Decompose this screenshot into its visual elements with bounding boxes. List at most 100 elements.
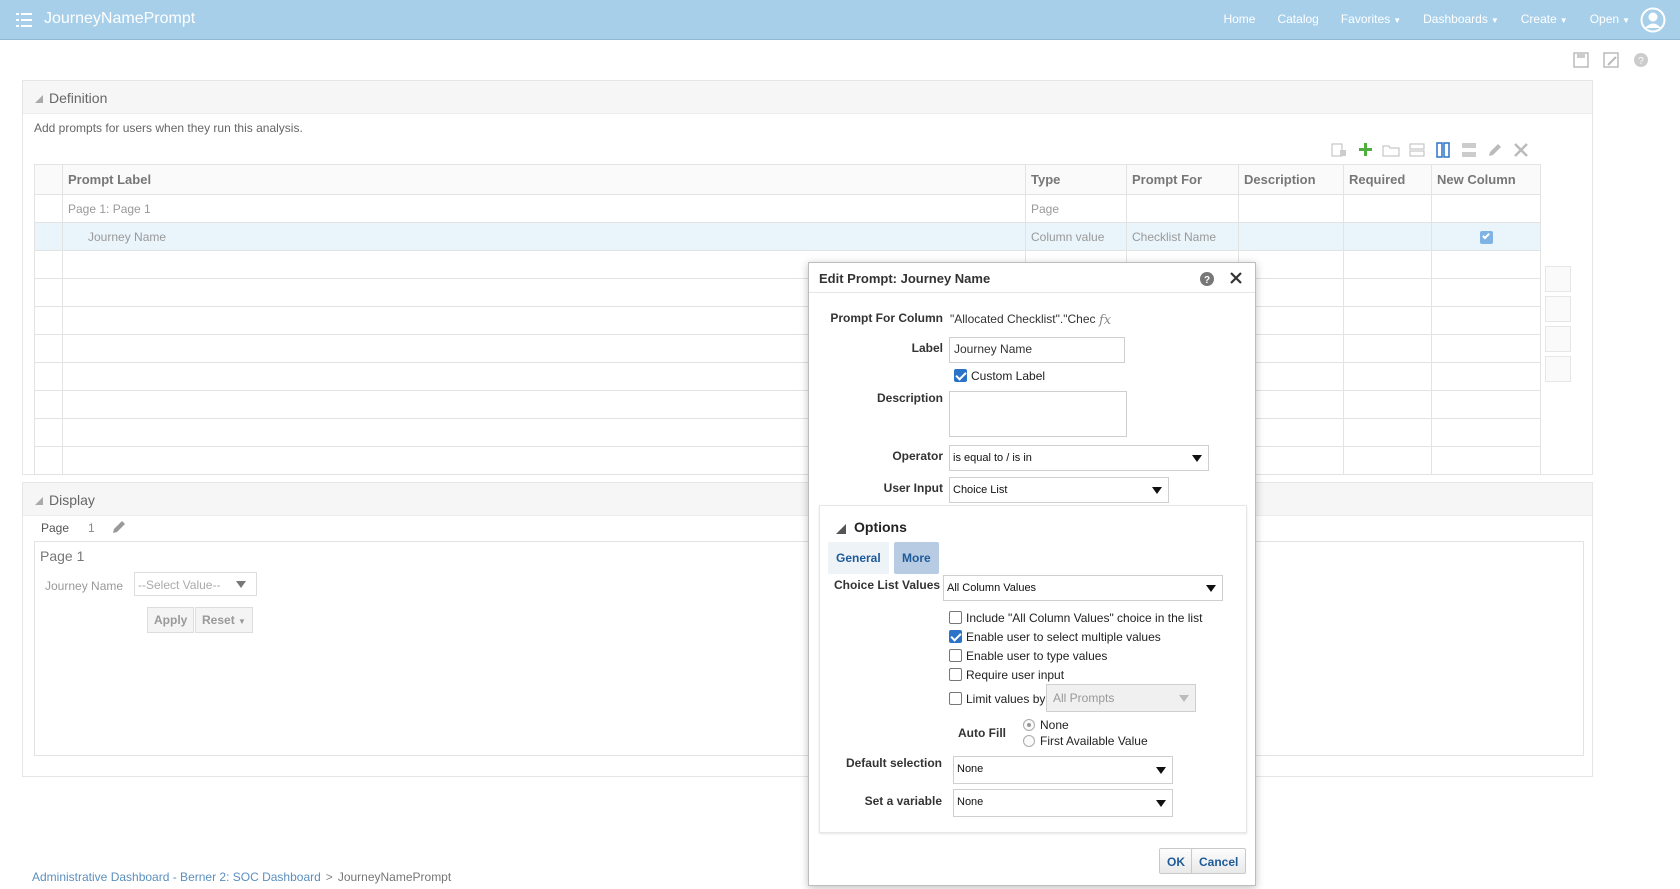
apply-button[interactable]: Apply [147,607,195,633]
help-icon[interactable]: ? [1632,51,1650,69]
svg-text:?: ? [1204,275,1210,286]
chevron-down-icon: ▼ [238,617,246,626]
breadcrumb-link[interactable]: Administrative Dashboard - Berner 2: SOC… [32,870,321,884]
col-prompt-for: Prompt For [1126,164,1239,195]
edit-page-pencil-icon[interactable] [111,519,127,535]
tab-more[interactable]: More [894,542,939,574]
description-label: Description [876,391,943,405]
new-column-checkbox[interactable] [1479,230,1493,244]
collapse-triangle-icon[interactable] [836,524,846,534]
chevron-down-icon: ▼ [1490,16,1499,25]
custom-label-checkbox[interactable] [954,369,967,382]
chevron-down-icon [1179,695,1189,702]
edit-prompt-dialog: Edit Prompt: Journey Name ? Prompt For C… [808,262,1256,886]
user-input-select[interactable]: Choice List [949,477,1169,503]
col-new-column: New Column [1431,164,1541,195]
auto-fill-none-radio[interactable] [1023,719,1035,731]
chevron-down-icon [1156,800,1166,807]
edit-layout-icon[interactable] [1330,141,1348,159]
prompt-preview-select[interactable]: --Select Value-- [134,572,257,596]
prompt-for-column-label: Prompt For Column [830,311,943,325]
auto-fill-first-radio[interactable] [1023,735,1035,747]
help-icon[interactable]: ? [1199,271,1215,287]
col-prompt-label: Prompt Label [62,164,1026,195]
definition-toolbar [1330,141,1530,159]
page-selector[interactable]: 1 [88,521,95,535]
description-textarea[interactable] [949,391,1127,437]
table-row[interactable]: Page 1: Page 1 Page [34,194,1541,223]
limit-values-checkbox[interactable] [949,692,962,705]
display-title: Display [49,492,95,508]
folder-icon[interactable] [1382,141,1400,159]
top-bar: JourneyNamePrompt Home Catalog Favorites… [0,0,1680,40]
require-input-checkbox[interactable] [949,668,962,681]
prompt-preview-label: Journey Name [45,579,124,593]
close-icon[interactable] [1229,271,1243,285]
navigator-menu-icon[interactable] [16,11,32,29]
ok-button[interactable]: OK [1159,848,1193,874]
collapse-triangle-icon[interactable] [35,95,43,103]
save-as-icon[interactable] [1602,51,1620,69]
col-type: Type [1025,164,1127,195]
options-panel: Options General More Choice List Values … [819,505,1247,833]
row-label: Page 1: Page 1 [62,194,1026,223]
dialog-header: Edit Prompt: Journey Name ? [809,263,1255,293]
options-title: Options [854,519,907,535]
operator-select[interactable]: is equal to / is in [949,445,1209,471]
choice-list-values-select[interactable]: All Column Values [943,575,1223,601]
page-break-icon[interactable] [1460,141,1478,159]
editor-toolbar: ? [1572,51,1650,69]
require-input-text: Require user input [966,668,1065,682]
collapse-triangle-icon[interactable] [35,497,43,505]
set-variable-select[interactable]: None [953,789,1173,817]
chevron-down-icon: ▼ [1559,16,1568,25]
table-row [34,306,1541,335]
col-description: Description [1238,164,1344,195]
table-row [34,250,1541,279]
definition-header[interactable]: Definition [23,81,1592,114]
user-avatar-icon[interactable] [1640,7,1666,33]
top-nav: Home Catalog Favorites ▼ Dashboards ▼ Crea… [1201,12,1630,26]
reset-button[interactable]: Reset ▼ [195,607,253,633]
cancel-button[interactable]: Cancel [1191,848,1247,874]
nav-home[interactable]: Home [1223,12,1255,26]
row-layout-icon[interactable] [1408,141,1426,159]
chevron-down-icon: ▼ [1622,16,1630,25]
label-input[interactable]: Journey Name [949,337,1125,363]
fx-formula-icon[interactable]: fx [1099,313,1111,328]
nav-create[interactable]: Create ▼ [1521,12,1568,26]
move-down-button[interactable] [1545,326,1571,352]
breadcrumb-separator: > [325,870,333,884]
app-title: JourneyNamePrompt [44,10,196,27]
move-bottom-button[interactable] [1545,356,1571,382]
move-up-button[interactable] [1545,296,1571,322]
edit-pencil-icon[interactable] [1486,141,1504,159]
limit-values-select[interactable]: All Prompts [1046,684,1196,712]
nav-open[interactable]: Open ▼ [1590,12,1630,26]
breadcrumb-current: JourneyNamePrompt [337,870,452,884]
nav-catalog[interactable]: Catalog [1277,12,1318,26]
chevron-down-icon: ▼ [1393,16,1402,25]
add-prompt-icon[interactable] [1356,141,1374,159]
delete-icon[interactable] [1512,141,1530,159]
move-top-button[interactable] [1545,266,1571,292]
row-label: Journey Name [62,222,1026,251]
page-preview-title: Page 1 [40,548,85,564]
table-row[interactable]: Journey Name Column value Checklist Name [34,222,1541,251]
svg-text:?: ? [1638,56,1644,67]
multiple-values-checkbox[interactable] [949,630,962,643]
column-layout-icon[interactable] [1434,141,1452,159]
label-label: Label [911,341,943,355]
table-row [34,390,1541,419]
include-all-values-checkbox[interactable] [949,611,962,624]
nav-dashboards[interactable]: Dashboards ▼ [1423,12,1499,26]
default-selection-select[interactable]: None [953,756,1173,784]
table-row [34,278,1541,307]
nav-favorites[interactable]: Favorites ▼ [1341,12,1401,26]
table-header-row: Prompt Label Type Prompt For Description… [34,164,1541,195]
default-selection-label: Default selection [845,756,942,770]
row-type: Page [1025,194,1127,223]
type-values-checkbox[interactable] [949,649,962,662]
save-icon[interactable] [1572,51,1590,69]
tab-general[interactable]: General [828,542,889,574]
